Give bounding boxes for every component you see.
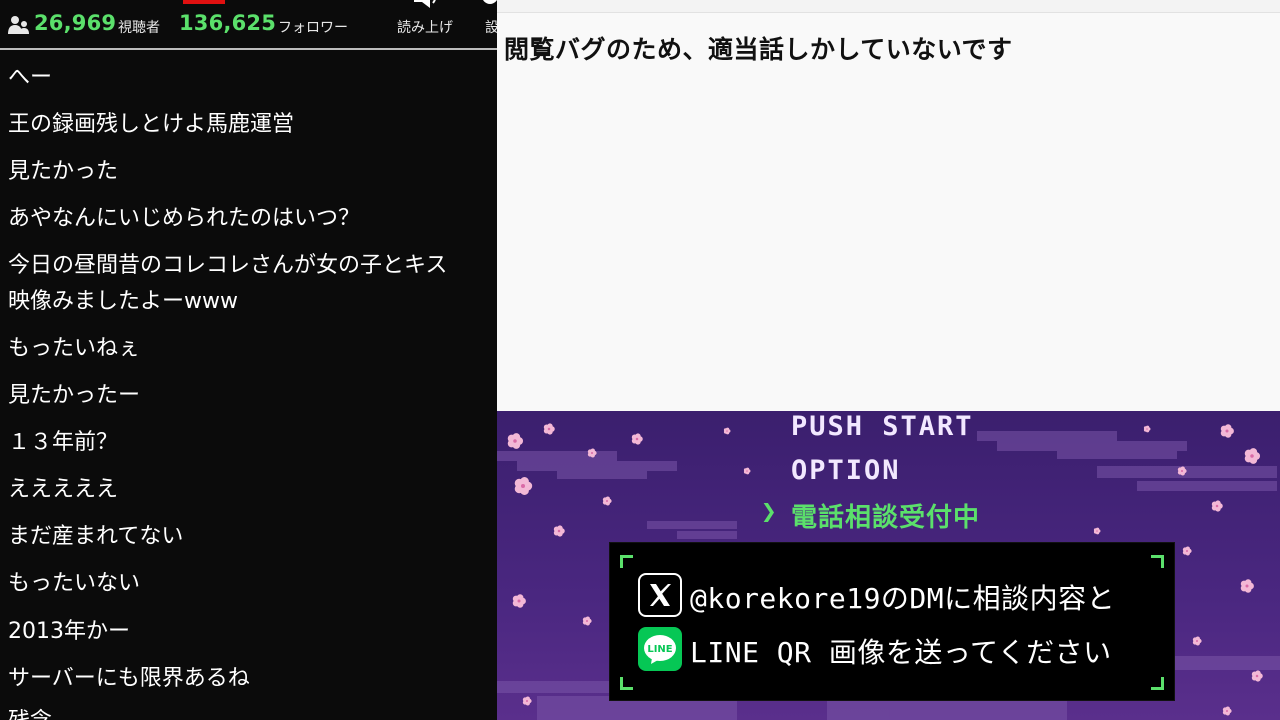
stream-stats-bar: 26,969 視聴者 136,625 フォロワー 読み上げ 設	[0, 0, 497, 50]
chat-panel: 26,969 視聴者 136,625 フォロワー 読み上げ 設 へー 王の録画残…	[0, 0, 497, 720]
viewer-icon	[8, 16, 29, 34]
notepad-window[interactable]: 閲覧バグのため、適当話しかしていないです	[497, 0, 1280, 411]
comment-item: あやなんにいじめられたのはいつ？	[8, 206, 361, 231]
comment-item: 今日の昼間昔のコレコレさんが女の子とキス	[8, 253, 448, 278]
comment-item: まだ産まれてない	[8, 524, 184, 549]
live-indicator	[183, 0, 225, 4]
comment-item: 見たかった	[8, 159, 119, 184]
dialog-corner	[1151, 555, 1164, 568]
option-item: OPTION	[791, 455, 901, 486]
dialog-line-1: @korekore19のDMに相談内容と	[690, 582, 1116, 615]
svg-text:LINE: LINE	[647, 644, 672, 655]
follower-count: 136,625	[179, 11, 277, 35]
follower-label: フォロワー	[278, 20, 348, 36]
dialog-line-2: LINE QR 画像を送ってください	[690, 636, 1112, 669]
comment-item: えええええ	[8, 477, 119, 502]
comment-item: もったいない	[8, 571, 141, 596]
speaker-icon[interactable]	[408, 0, 442, 10]
comment-item-continued: 映像みましたよーwww	[8, 289, 238, 314]
message-dialog: @korekore19のDMに相談内容と LINE LINE QR 画像を送って…	[609, 542, 1175, 701]
read-aloud-button[interactable]: 読み上げ	[397, 17, 453, 37]
comment-item: 王の録画残しとけよ馬鹿運営	[8, 112, 295, 137]
dialog-corner	[620, 555, 633, 568]
comment-item: もったいねぇ	[8, 336, 141, 361]
settings-button[interactable]: 設	[485, 17, 497, 37]
comment-item: 見たかったー	[8, 383, 141, 408]
notepad-menubar	[497, 0, 1280, 13]
x-logo-icon	[638, 573, 682, 617]
viewer-label: 視聴者	[118, 20, 160, 36]
phone-consult-item: 電話相談受付中	[791, 503, 981, 533]
line-logo-icon: LINE	[638, 627, 682, 671]
comment-item: １３年前？	[8, 430, 119, 455]
comment-item: へー	[8, 65, 53, 90]
settings-icon[interactable]	[480, 0, 497, 10]
comment-item: サーバーにも限界あるね	[8, 666, 250, 691]
dialog-corner	[620, 677, 633, 690]
menu-cursor-icon: ❯	[761, 497, 779, 527]
viewer-count: 26,969	[34, 11, 117, 35]
game-overlay: PUSH START OPTION ❯ 電話相談受付中 @korekore19の…	[497, 411, 1280, 720]
push-start-item: PUSH START	[791, 411, 974, 442]
notepad-text[interactable]: 閲覧バグのため、適当話しかしていないです	[504, 30, 1013, 66]
comment-item: 2013年かー	[8, 619, 130, 644]
comment-item: 残念	[8, 704, 52, 720]
dialog-corner	[1151, 677, 1164, 690]
